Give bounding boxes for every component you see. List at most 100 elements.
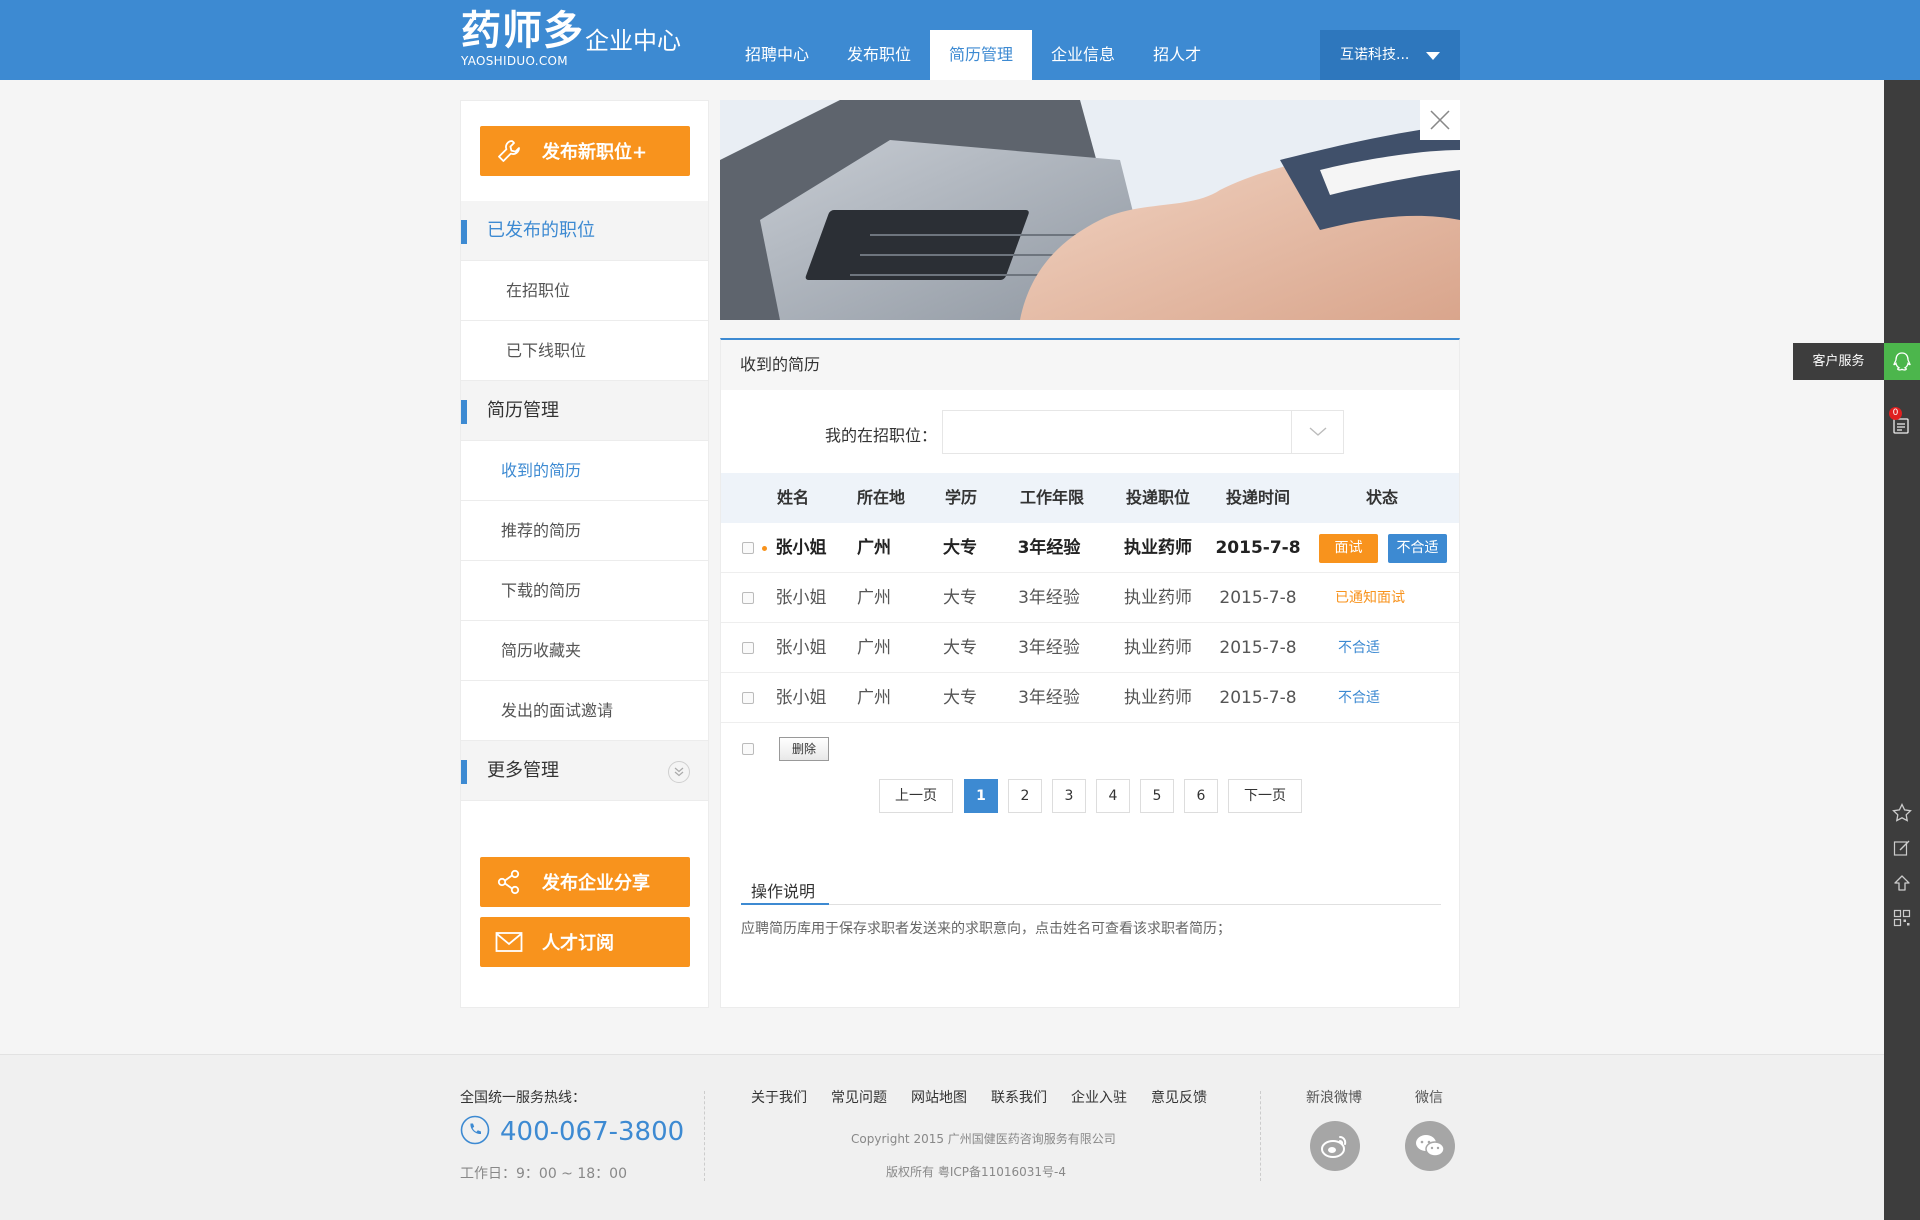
page-4-button[interactable]: 4 [1096, 779, 1130, 813]
prev-page-button[interactable]: 上一页 [879, 779, 953, 813]
qq-chat-icon[interactable] [1884, 343, 1920, 380]
row-checkbox[interactable] [742, 642, 754, 654]
sidebar-item-recommended-resumes[interactable]: 推荐的简历 [461, 501, 708, 561]
column-header: 投递时间 [1225, 488, 1291, 507]
column-header: 状态 [1365, 488, 1399, 507]
copyright: Copyright 2015 广州国健医药咨询服务有限公司 [851, 1132, 1116, 1146]
nav-company-info[interactable]: 企业信息 [1032, 30, 1134, 80]
status-notified: 已通知面试 [1335, 590, 1405, 606]
hotline: 400-067-3800 [460, 1115, 684, 1149]
icp-license: 版权所有 粤ICP备11016031号-4 [886, 1165, 1067, 1179]
section-marker [461, 220, 467, 244]
sidebar-item-resume-favorites[interactable]: 简历收藏夹 [461, 621, 708, 681]
section-marker [461, 400, 467, 424]
logo-text: 药师多 [461, 8, 584, 54]
user-account-menu[interactable]: 互诺科技... [1320, 30, 1460, 80]
cell-education: 大专 [943, 638, 977, 658]
site-logo[interactable]: 药师多 YAOSHIDUO.COM [461, 8, 584, 68]
edit-icon[interactable] [1884, 833, 1920, 863]
center-title: 企业中心 [585, 27, 681, 55]
cell-name[interactable]: 张小姐 [776, 573, 827, 623]
sidebar-item-active-jobs[interactable]: 在招职位 [461, 261, 708, 321]
publish-company-share-button[interactable]: 发布企业分享 [480, 857, 690, 907]
instructions-title: 操作说明 [751, 882, 816, 901]
footer-links: 关于我们 常见问题 网站地图 联系我们 企业入驻 意见反馈 [751, 1087, 1207, 1107]
publish-new-job-label: 发布新职位+ [542, 142, 648, 163]
qrcode-icon[interactable] [1884, 903, 1920, 933]
hotline-number[interactable]: 400-067-3800 [500, 1117, 684, 1147]
reject-button[interactable]: 不合适 [1388, 534, 1447, 563]
section-resume-manage[interactable]: 简历管理 [461, 381, 708, 441]
chevron-down-icon[interactable] [1291, 411, 1343, 453]
page-1-button[interactable]: 1 [964, 779, 998, 813]
footer-link-sitemap[interactable]: 网站地图 [911, 1087, 967, 1107]
nav-recruit-center[interactable]: 招聘中心 [726, 30, 828, 80]
section-label: 更多管理 [487, 760, 559, 781]
footer-link-contact[interactable]: 联系我们 [991, 1087, 1047, 1107]
nav-resume-manage[interactable]: 简历管理 [930, 30, 1033, 80]
table-row[interactable]: 张小姐 广州 大专 3年经验 执业药师 2015-7-8 面试 不合适 [721, 523, 1459, 573]
publish-new-job-button[interactable]: 发布新职位+ [480, 126, 690, 176]
cell-location: 广州 [857, 688, 891, 708]
footer-link-join[interactable]: 企业入驻 [1071, 1087, 1127, 1107]
nav-post-job[interactable]: 发布职位 [828, 30, 930, 80]
cell-location: 广州 [857, 638, 891, 658]
wrench-icon [495, 137, 523, 165]
column-header: 学历 [944, 488, 978, 507]
job-filter-select[interactable] [942, 410, 1344, 454]
phone-icon [460, 1115, 490, 1149]
company-name: 互诺科技... [1340, 47, 1410, 63]
next-page-button[interactable]: 下一页 [1228, 779, 1302, 813]
footer-link-about[interactable]: 关于我们 [751, 1087, 807, 1107]
interview-button[interactable]: 面试 [1319, 534, 1378, 563]
footer-link-faq[interactable]: 常见问题 [831, 1087, 887, 1107]
sidebar-item-sent-invitations[interactable]: 发出的面试邀请 [461, 681, 708, 741]
table-row[interactable]: 张小姐 广州 大专 3年经验 执业药师 2015-7-8 已通知面试 [721, 573, 1459, 623]
star-icon[interactable] [1884, 798, 1920, 828]
cell-location: 广州 [857, 538, 891, 558]
section-more-manage[interactable]: 更多管理 [461, 741, 708, 801]
message-badge: 0 [1889, 407, 1902, 420]
section-published-jobs[interactable]: 已发布的职位 [461, 201, 708, 261]
divider [741, 904, 1441, 905]
column-header: 工作年限 [1019, 488, 1085, 507]
nav-find-talent[interactable]: 招人才 [1134, 30, 1220, 80]
select-all-checkbox[interactable] [742, 743, 754, 755]
panel-title: 收到的简历 [721, 340, 1459, 390]
cell-experience: 3年经验 [1018, 638, 1080, 658]
page-3-button[interactable]: 3 [1052, 779, 1086, 813]
sidebar-item-downloaded-resumes[interactable]: 下载的简历 [461, 561, 708, 621]
cell-experience: 3年经验 [1017, 538, 1081, 558]
close-icon[interactable] [1420, 100, 1460, 140]
talent-subscribe-button[interactable]: 人才订阅 [480, 917, 690, 967]
table-row[interactable]: 张小姐 广州 大专 3年经验 执业药师 2015-7-8 不合适 [721, 673, 1459, 723]
row-checkbox[interactable] [742, 592, 754, 604]
page-5-button[interactable]: 5 [1140, 779, 1174, 813]
customer-service-label[interactable]: 客户服务 [1793, 343, 1884, 380]
top-header: 药师多 YAOSHIDUO.COM 企业中心 招聘中心 发布职位 简历管理 企业… [0, 0, 1920, 80]
cell-date: 2015-7-8 [1219, 638, 1297, 658]
cell-name[interactable]: 张小姐 [776, 673, 827, 723]
talent-subscribe-label: 人才订阅 [542, 933, 614, 954]
cell-position: 执业药师 [1124, 588, 1192, 608]
back-to-top-icon[interactable] [1884, 868, 1920, 898]
wechat-label: 微信 [1415, 1090, 1443, 1106]
table-row[interactable]: 张小姐 广州 大专 3年经验 执业药师 2015-7-8 不合适 [721, 623, 1459, 673]
sidebar-item-received-resumes[interactable]: 收到的简历 [461, 441, 708, 501]
chevron-down-icon[interactable] [668, 761, 690, 783]
cell-education: 大专 [943, 538, 977, 558]
section-label: 已发布的职位 [487, 220, 595, 241]
page-6-button[interactable]: 6 [1184, 779, 1218, 813]
cell-position: 执业药师 [1124, 538, 1192, 558]
delete-button[interactable]: 删除 [779, 737, 829, 761]
footer-link-feedback[interactable]: 意见反馈 [1151, 1087, 1207, 1107]
cell-name[interactable]: 张小姐 [776, 523, 827, 573]
row-checkbox[interactable] [742, 692, 754, 704]
share-icon [495, 868, 523, 896]
row-checkbox[interactable] [742, 542, 754, 554]
cell-name[interactable]: 张小姐 [776, 623, 827, 673]
wechat-icon[interactable] [1405, 1121, 1455, 1171]
weibo-icon[interactable] [1310, 1121, 1360, 1171]
page-2-button[interactable]: 2 [1008, 779, 1042, 813]
sidebar-item-offline-jobs[interactable]: 已下线职位 [461, 321, 708, 381]
